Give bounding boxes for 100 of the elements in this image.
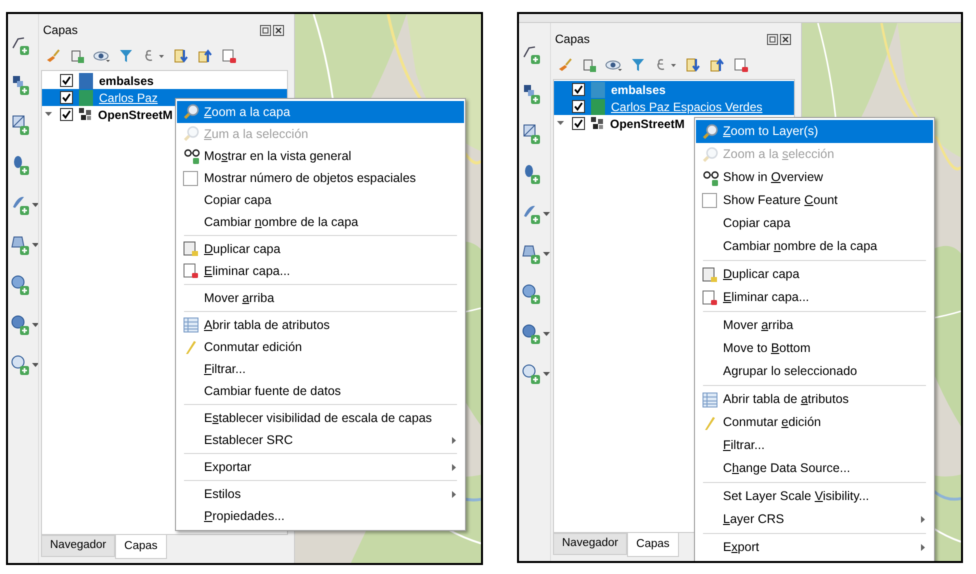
checkbox[interactable] [60, 74, 73, 87]
add-group-icon[interactable] [69, 48, 85, 64]
layer-name: Carlos Paz Espacios Verdes [611, 98, 762, 116]
menu-item[interactable]: Establecer visibilidad de escala de capas [177, 407, 464, 429]
menu-item[interactable]: Duplicar capa [177, 238, 464, 260]
dock-title: Capas [43, 22, 78, 39]
caret-icon[interactable] [543, 212, 550, 216]
menu-item[interactable]: Zoom to Layer(s) [696, 120, 933, 143]
menu-item[interactable]: Cambiar fuente de datos [177, 380, 464, 402]
menu-item[interactable]: Filtrar... [696, 434, 933, 457]
caret-icon[interactable] [32, 203, 39, 207]
pencil-icon [702, 414, 718, 430]
caret-icon[interactable] [32, 243, 39, 247]
caret-icon[interactable] [543, 252, 550, 256]
checkbox[interactable] [183, 170, 198, 186]
menu-item[interactable]: Conmutar edición [177, 336, 464, 358]
submenu-arrow-icon [452, 490, 456, 498]
tab[interactable]: Navegador [41, 535, 116, 557]
menu-item[interactable]: Export [696, 536, 933, 559]
brush-icon[interactable] [45, 48, 61, 64]
checkbox[interactable] [702, 193, 717, 208]
menu-item[interactable]: Zoom a la capa [177, 101, 464, 123]
menu-item[interactable]: Copiar capa [177, 189, 464, 211]
layer-row[interactable]: Carlos Paz Espacios Verdes [554, 98, 794, 115]
menu-item[interactable]: Mover arriba [696, 314, 933, 337]
layer-row[interactable]: embalses [42, 72, 287, 89]
expand-all-icon[interactable] [173, 48, 189, 64]
menu-item[interactable]: Abrir tabla de atributos [696, 388, 933, 411]
menu-item[interactable]: Mostrar en la vista general [177, 145, 464, 167]
menu-item[interactable]: Eliminar capa... [177, 260, 464, 282]
menu-item[interactable]: Eliminar capa... [696, 286, 933, 309]
add-layer-icon[interactable] [521, 283, 541, 305]
tab[interactable]: Navegador [553, 533, 628, 555]
zoom-icon [702, 124, 718, 140]
menu-item[interactable]: Mostrar número de objetos espaciales [177, 167, 464, 189]
add-layer-icon[interactable] [521, 323, 541, 345]
menu-item[interactable]: Mover arriba [177, 287, 464, 309]
caret-icon[interactable] [543, 372, 550, 376]
menu-item[interactable]: Cambiar nombre de la capa [177, 211, 464, 233]
add-layer-icon[interactable] [10, 74, 30, 96]
expression-icon[interactable] [655, 57, 677, 73]
add-layer-icon[interactable] [521, 363, 541, 385]
expander-icon[interactable] [44, 111, 52, 118]
duplicate-icon [183, 241, 199, 257]
expression-icon[interactable] [143, 48, 165, 64]
collapse-all-icon[interactable] [709, 57, 725, 73]
menu-item[interactable]: Duplicar capa [696, 263, 933, 286]
collapse-all-icon[interactable] [197, 48, 213, 64]
float-icon[interactable] [260, 24, 271, 36]
add-layer-icon[interactable] [10, 114, 30, 136]
remove-layer-icon[interactable] [733, 57, 749, 73]
submenu-arrow-icon [921, 516, 925, 523]
menu-item[interactable]: Show Feature Count [696, 189, 933, 212]
expand-all-icon[interactable] [685, 57, 701, 73]
table-icon [183, 317, 199, 333]
remove-layer-icon[interactable] [221, 48, 237, 64]
menu-item[interactable]: Abrir tabla de atributos [177, 314, 464, 336]
menu-item[interactable]: Layer CRS [696, 508, 933, 531]
menu-item[interactable]: Conmutar edición [696, 411, 933, 434]
caret-icon[interactable] [32, 363, 39, 367]
checkbox[interactable] [60, 91, 73, 104]
menu-item[interactable]: Agrupar lo seleccionado [696, 360, 933, 383]
menu-item[interactable]: Propiedades... [177, 505, 464, 527]
menu-item[interactable]: Filtrar... [177, 358, 464, 380]
caret-icon[interactable] [32, 323, 39, 327]
checkbox[interactable] [572, 83, 585, 96]
menu-item[interactable]: Estilos [177, 483, 464, 505]
filter-icon[interactable] [631, 57, 647, 73]
tab[interactable]: Capas [115, 535, 167, 559]
menu-item[interactable]: Set Layer Scale Visibility... [696, 485, 933, 508]
menu-item[interactable]: Change Data Source... [696, 457, 933, 480]
brush-icon[interactable] [557, 57, 573, 73]
add-layer-icon[interactable] [521, 123, 541, 145]
add-layer-icon[interactable] [10, 274, 30, 296]
menu-item[interactable]: Exportar [177, 456, 464, 478]
add-layer-icon[interactable] [10, 354, 30, 376]
zoom-icon [702, 146, 718, 162]
tab[interactable]: Capas [627, 533, 679, 557]
add-layer-icon[interactable] [521, 243, 541, 265]
add-layer-icon[interactable] [10, 314, 30, 336]
checkbox[interactable] [572, 100, 585, 113]
add-layer-icon[interactable] [10, 234, 30, 256]
caret-icon[interactable] [543, 332, 550, 336]
close-icon[interactable] [273, 24, 284, 36]
checkbox[interactable] [60, 108, 73, 121]
add-group-icon[interactable] [581, 57, 597, 73]
menu-item[interactable]: Establecer SRC [177, 429, 464, 451]
filter-icon[interactable] [119, 48, 135, 64]
menu-item[interactable]: Show in Overview [696, 166, 933, 189]
menu-item[interactable]: Move to Bottom [696, 337, 933, 360]
layer-row[interactable]: embalses [554, 81, 794, 98]
add-layer-icon[interactable] [521, 83, 541, 105]
close-icon[interactable] [780, 34, 791, 44]
float-icon[interactable] [767, 34, 778, 44]
remove-icon [702, 290, 718, 306]
menu-item[interactable]: Cambiar nombre de la capa [696, 235, 933, 258]
checkbox[interactable] [572, 117, 585, 130]
menu-item[interactable]: Copiar capa [696, 212, 933, 235]
expander-icon[interactable] [556, 120, 564, 127]
zoom-icon [183, 104, 199, 120]
